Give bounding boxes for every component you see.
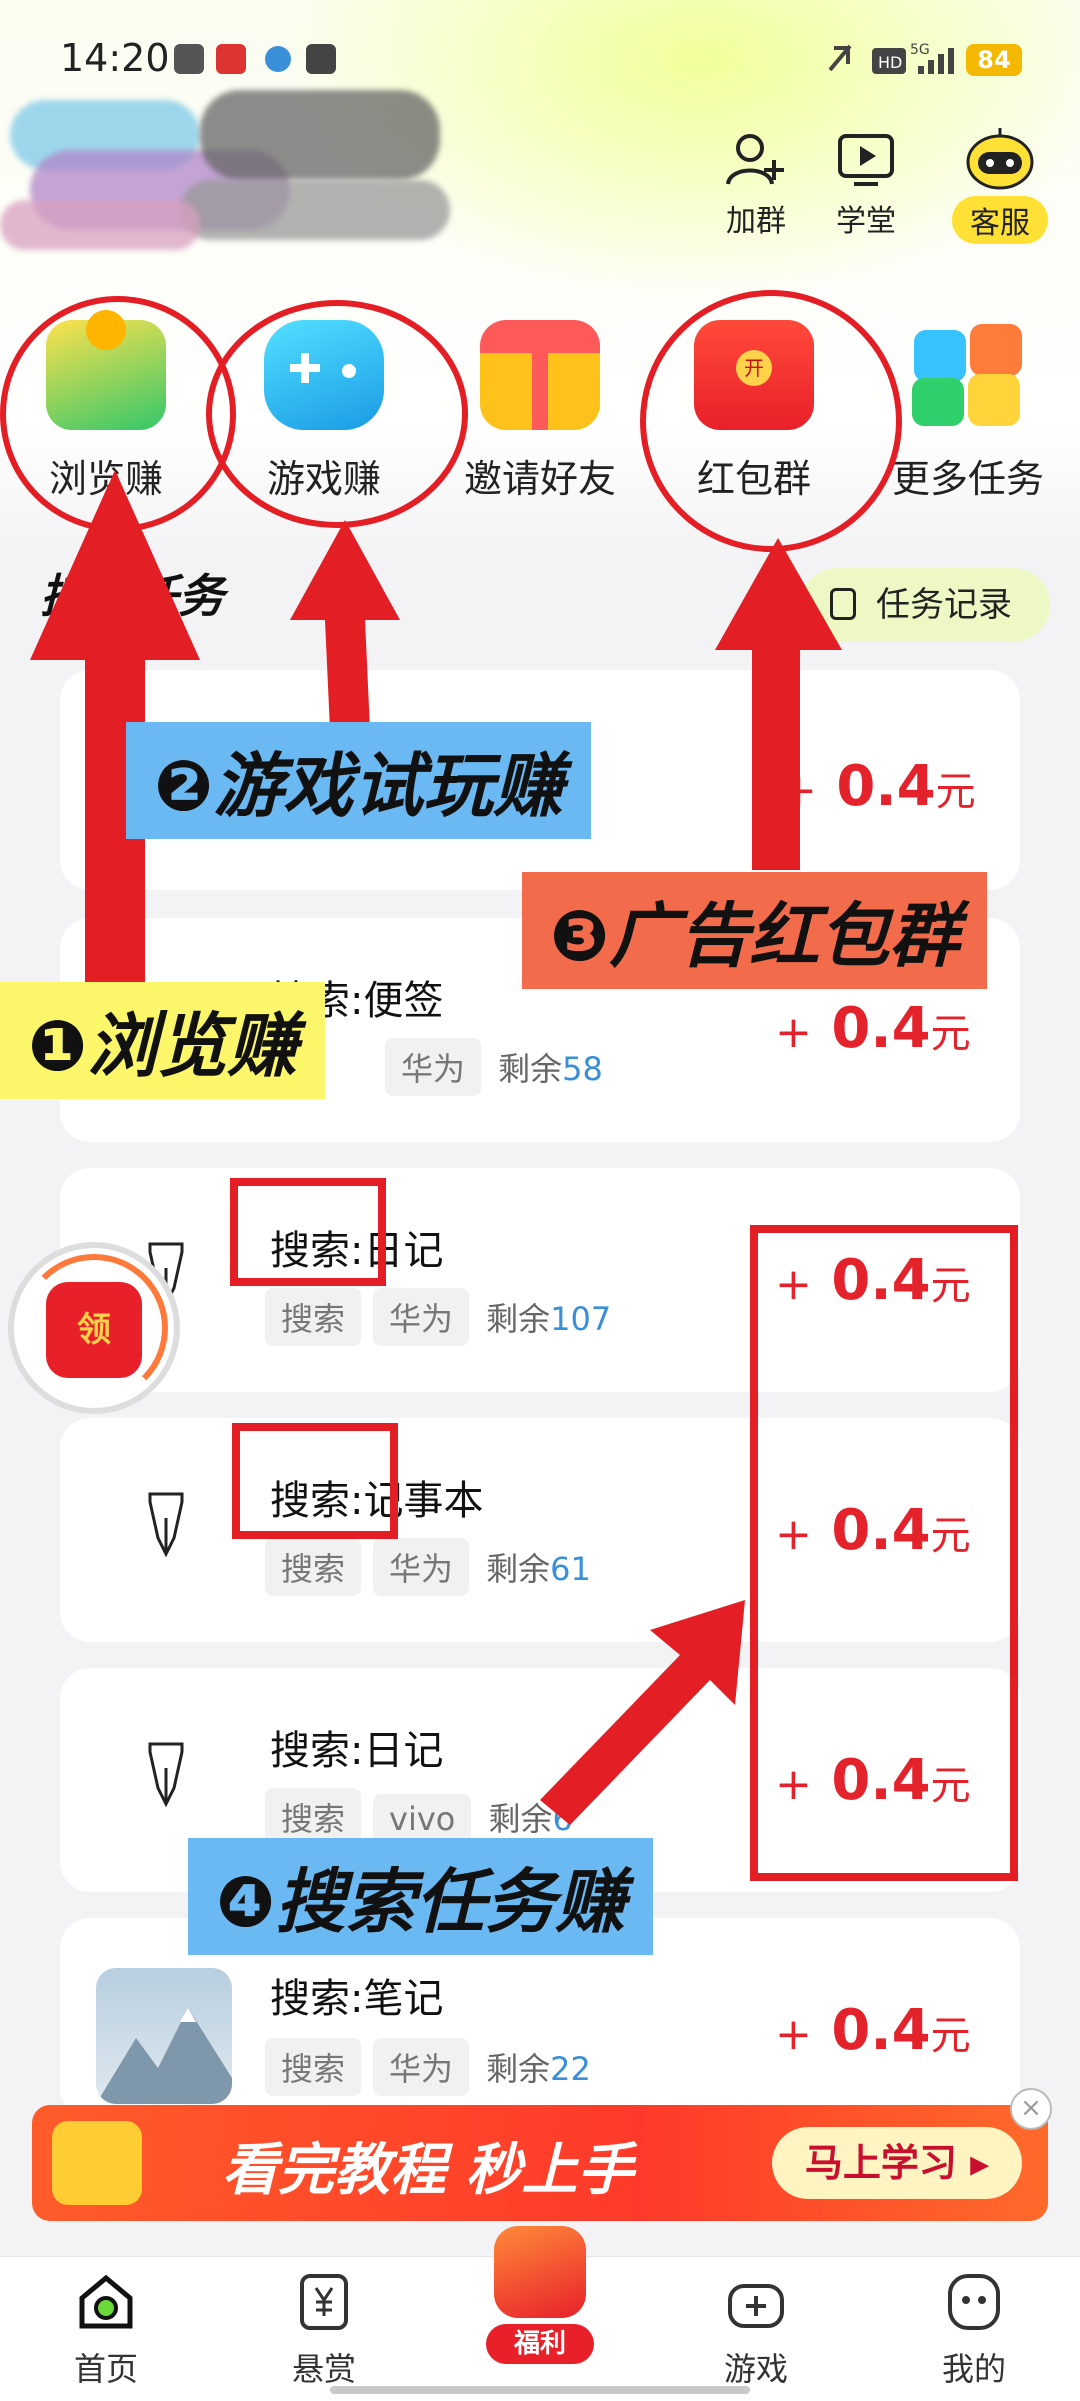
promo-text: 看完教程 秒上手 [222,2138,634,2203]
annotation-label-2: ❷游戏试玩赚 [126,722,592,839]
nav-mine[interactable]: 我的 [894,2270,1054,2390]
welfare-mascot-icon [494,2226,586,2318]
red-packet-icon: 领 [46,1282,142,1378]
megaphone-icon [52,2121,142,2205]
annotation-box-rewards [750,1225,1018,1881]
gesture-bar [330,2386,750,2394]
nav-label: 我的 [941,2350,1006,2388]
yuan-doc-icon [300,2274,348,2330]
tutorial-promo-banner[interactable]: 看完教程 秒上手 马上学习 ▸ [32,2105,1048,2221]
annotation-label-1: ❶浏览赚 [0,982,326,1099]
nav-welfare[interactable]: 福利 [470,2226,610,2376]
home-icon [79,2274,133,2329]
annotation-label-4: ❹搜索任务赚 [188,1838,654,1955]
nav-label: 游戏 [723,2350,788,2388]
annotation-label-3: ❸广告红包群 [522,872,988,989]
floating-red-packet-button[interactable]: 领 [14,1248,174,1408]
close-banner-icon[interactable]: × [1010,2088,1052,2130]
nav-games[interactable]: 游戏 [676,2270,836,2390]
annotation-box-search [230,1178,386,1286]
nav-label: 悬赏 [291,2350,356,2388]
gamepad-icon [728,2284,784,2328]
profile-face-icon [948,2274,1000,2330]
nav-label: 首页 [73,2350,138,2388]
nav-home[interactable]: 首页 [26,2270,186,2390]
nav-reward[interactable]: 悬赏 [244,2270,404,2390]
annotation-box-search [232,1423,398,1539]
annotation-arrows [30,470,842,1825]
nav-label: 福利 [486,2324,594,2364]
badge-label: 领 [77,1310,111,1350]
learn-now-button[interactable]: 马上学习 ▸ [772,2127,1022,2199]
